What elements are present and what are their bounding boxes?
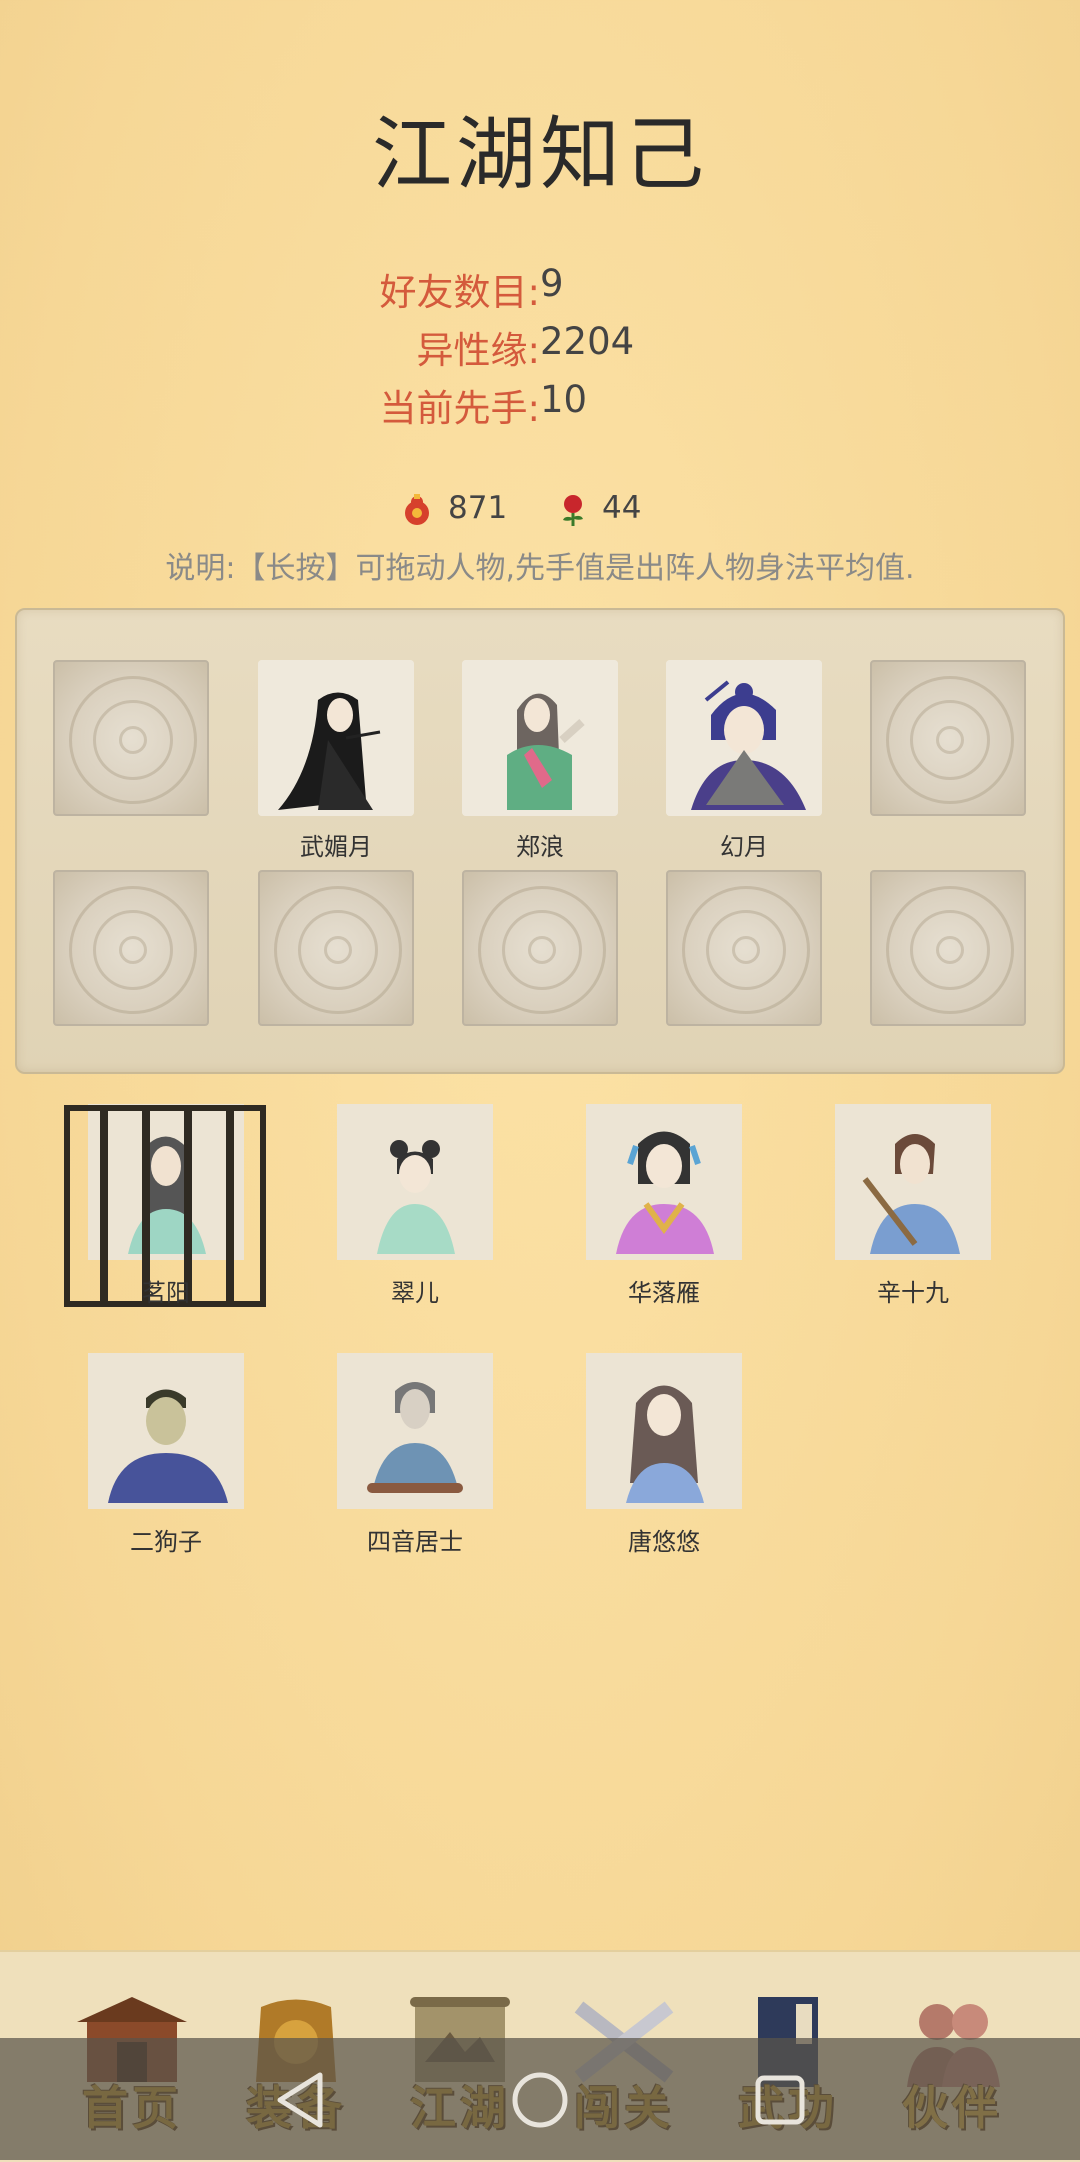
team-slot-huanyue[interactable] bbox=[666, 660, 822, 816]
team-slot-empty[interactable] bbox=[53, 660, 209, 816]
team-slot-empty[interactable] bbox=[258, 870, 414, 1026]
character-portrait bbox=[666, 660, 822, 816]
initiative-label: 当前先手: bbox=[379, 387, 540, 430]
friend-name: 茗阳 bbox=[142, 1279, 190, 1307]
gourd-count: 871 bbox=[448, 490, 508, 526]
friend-card-ergouzi[interactable] bbox=[88, 1353, 244, 1509]
charm-value: 2204 bbox=[540, 320, 635, 363]
character-portrait bbox=[462, 660, 618, 816]
friend-name: 翠儿 bbox=[391, 1279, 439, 1307]
team-slot-empty[interactable] bbox=[870, 870, 1026, 1026]
character-portrait bbox=[586, 1104, 742, 1260]
back-triangle-icon[interactable] bbox=[250, 2050, 350, 2150]
friend-count-value: 9 bbox=[540, 262, 564, 305]
page-title: 江湖知己 bbox=[372, 108, 708, 201]
friend-card-tangyouyou[interactable] bbox=[586, 1353, 742, 1509]
friend-name: 二狗子 bbox=[130, 1528, 202, 1556]
rose-count: 44 bbox=[602, 490, 642, 526]
friend-card-hualuoyan[interactable] bbox=[586, 1104, 742, 1260]
system-nav-bar bbox=[0, 2038, 1080, 2160]
team-member-name: 郑浪 bbox=[516, 833, 564, 861]
team-member-name: 幻月 bbox=[720, 833, 768, 861]
initiative-value: 10 bbox=[540, 378, 588, 421]
character-portrait bbox=[258, 660, 414, 816]
team-slot-empty[interactable] bbox=[666, 870, 822, 1026]
character-portrait bbox=[337, 1104, 493, 1260]
team-slot-empty[interactable] bbox=[870, 660, 1026, 816]
friend-card-xinshijiu[interactable] bbox=[835, 1104, 991, 1260]
friend-card-siyinjushi[interactable] bbox=[337, 1353, 493, 1509]
charm-label: 异性缘: bbox=[416, 329, 540, 372]
friend-name: 华落雁 bbox=[628, 1279, 700, 1307]
friend-name: 四音居士 bbox=[367, 1528, 463, 1556]
character-portrait bbox=[835, 1104, 991, 1260]
home-circle-icon[interactable] bbox=[490, 2050, 590, 2150]
friend-name: 唐悠悠 bbox=[628, 1528, 700, 1556]
rose-icon bbox=[563, 495, 583, 526]
team-slot-wumeiyue[interactable] bbox=[258, 660, 414, 816]
character-portrait bbox=[337, 1353, 493, 1509]
instruction-note: 说明:【长按】可拖动人物,先手值是出阵人物身法平均值. bbox=[165, 551, 915, 586]
friend-count-label: 好友数目: bbox=[379, 271, 540, 314]
character-portrait bbox=[586, 1353, 742, 1509]
friend-name: 辛十九 bbox=[877, 1279, 949, 1307]
team-slot-empty[interactable] bbox=[53, 870, 209, 1026]
team-slot-zhenglang[interactable] bbox=[462, 660, 618, 816]
gourd-icon bbox=[405, 494, 429, 525]
recents-square-icon[interactable] bbox=[730, 2050, 830, 2150]
friend-card-cuier[interactable] bbox=[337, 1104, 493, 1260]
team-member-name: 武媚月 bbox=[300, 833, 372, 861]
character-portrait bbox=[88, 1353, 244, 1509]
team-slot-empty[interactable] bbox=[462, 870, 618, 1026]
